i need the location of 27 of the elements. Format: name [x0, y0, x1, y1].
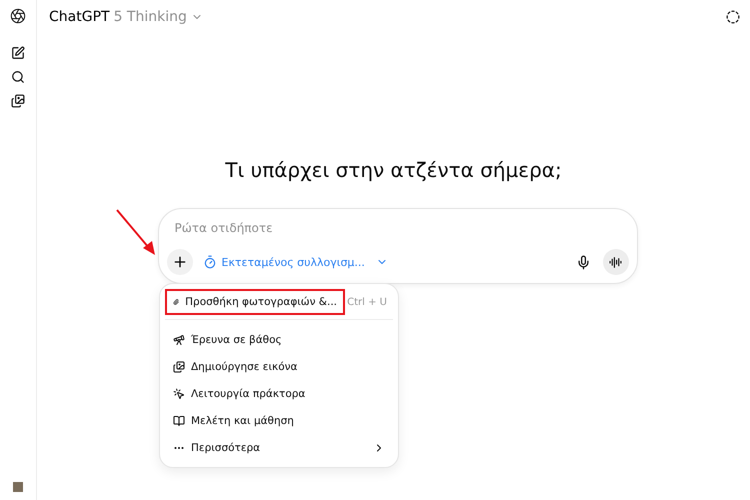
menu-item[interactable]: Μελέτη και μάθηση	[165, 408, 302, 434]
voice-button[interactable]	[602, 249, 628, 275]
logo-icon[interactable]	[10, 8, 26, 24]
page-heading: Τι υπάρχει στην ατζέντα σήμερα;	[225, 158, 562, 182]
library-icon[interactable]	[11, 94, 25, 108]
menu-item[interactable]: Περισσότερα	[165, 434, 268, 460]
telescope-icon	[173, 334, 185, 346]
timer-icon	[202, 255, 216, 269]
mode-selector[interactable]: Εκτεταμένος συλλογισμ...	[198, 255, 392, 269]
menu-item[interactable]: Λειτουργία πράκτορα	[165, 380, 314, 406]
new-chat-icon[interactable]	[11, 46, 25, 60]
menu-item[interactable]: Έρευνα σε βάθος	[165, 326, 290, 352]
plus-icon	[172, 254, 188, 270]
search-icon[interactable]	[11, 70, 25, 84]
shortcut-label: Ctrl + U	[347, 296, 388, 308]
add-button[interactable]	[166, 249, 192, 275]
menu-item[interactable]: Δημιούργησε εικόνα	[165, 354, 306, 380]
book-icon	[173, 414, 185, 426]
images-icon	[173, 360, 185, 372]
paperclip-icon	[173, 296, 180, 308]
menu-item[interactable]: Προσθήκη φωτογραφιών &...	[165, 289, 345, 315]
model-selector[interactable]: ChatGPT 5 Thinking	[49, 9, 203, 25]
temporary-chat-icon[interactable]	[726, 10, 740, 24]
arrow-annotation	[115, 208, 157, 256]
microphone-icon[interactable]	[576, 254, 590, 270]
waveform-icon	[609, 256, 622, 268]
pointer-icon	[173, 388, 185, 400]
